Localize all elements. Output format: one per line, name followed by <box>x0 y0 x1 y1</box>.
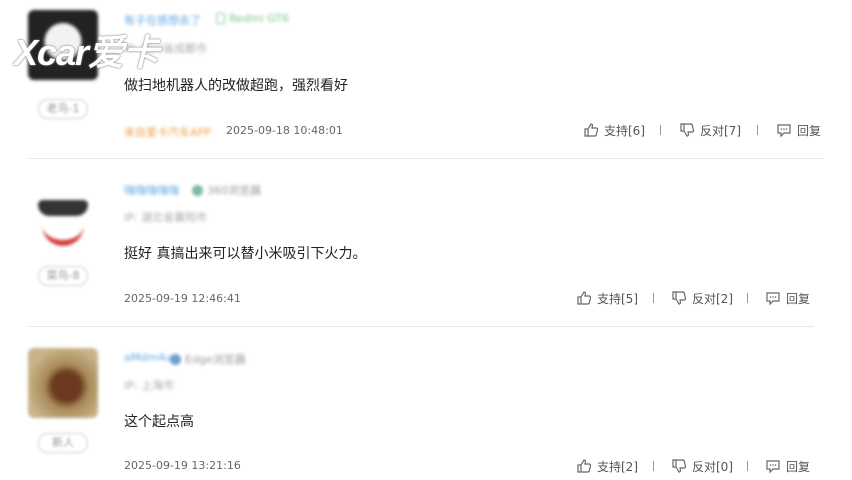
phone-icon <box>216 13 225 24</box>
watermark-logo: Xcar爱卡 <box>14 32 159 73</box>
thumbs-up-icon <box>577 459 592 473</box>
divider <box>653 293 654 303</box>
oppose-button[interactable]: 反对[0] <box>671 457 733 475</box>
divider <box>757 125 758 135</box>
reply-label: 回复 <box>786 291 811 306</box>
support-label: 支持[2] <box>597 459 638 474</box>
support-button[interactable]: 支持[6] <box>583 121 645 139</box>
oppose-label: 反对[2] <box>692 291 733 306</box>
reply-label: 回复 <box>797 123 822 138</box>
divider <box>747 293 748 303</box>
user-level-badge: 老鸟-1 <box>38 99 88 119</box>
device-label: Redmi GT6 <box>216 12 289 25</box>
browser-icon <box>170 353 181 365</box>
comment-source[interactable]: 来自爱卡汽车APP <box>124 124 211 140</box>
divider <box>653 461 654 471</box>
support-button[interactable]: 支持[2] <box>576 457 638 475</box>
comment-text: 做扫地机器人的改做超跑，强烈看好 <box>124 78 348 94</box>
oppose-label: 反对[0] <box>692 459 733 474</box>
reply-button[interactable]: 回复 <box>776 121 821 139</box>
oppose-label: 反对[7] <box>700 123 741 138</box>
thumbs-down-icon <box>680 123 695 137</box>
comment-time: 2025-09-19 12:46:41 <box>124 292 241 305</box>
oppose-button[interactable]: 反对[2] <box>671 289 733 307</box>
device-label: 360浏览器 <box>192 182 261 198</box>
device-label: Edge浏览器 <box>170 351 246 367</box>
avatar[interactable] <box>28 180 98 250</box>
ip-location: IP: 上海市 <box>124 379 175 392</box>
comment-time: 2025-09-18 10:48:01 <box>226 124 343 137</box>
thumbs-down-icon <box>672 291 687 305</box>
comment-time: 2025-09-19 13:21:16 <box>124 459 241 472</box>
comment-item: 新人 aMdm4u Edge浏览器 IP: 上海市 这个起点高 2025-09-… <box>0 326 852 480</box>
support-label: 支持[6] <box>604 123 645 138</box>
reply-button[interactable]: 回复 <box>765 289 810 307</box>
comment-item: 菜鸟-8 嗨嗨嗨嗨嗨 360浏览器 IP: 湖北省襄阳市 挺好 真搞出来可以替小… <box>0 158 852 326</box>
divider <box>660 125 661 135</box>
reply-button[interactable]: 回复 <box>765 457 810 475</box>
thumbs-down-icon <box>672 459 687 473</box>
avatar[interactable] <box>28 348 98 418</box>
user-level-badge: 菜鸟-8 <box>38 266 88 286</box>
comments-page: Xcar爱卡 老鸟-1 有子在感想去了 Redmi GT6 IP: 四川省成都市… <box>0 0 852 480</box>
username[interactable]: 嗨嗨嗨嗨嗨 <box>124 182 179 198</box>
reply-label: 回复 <box>786 459 811 474</box>
oppose-button[interactable]: 反对[7] <box>679 121 741 139</box>
comment-icon <box>766 460 780 474</box>
browser-icon <box>192 184 203 196</box>
thumbs-up-icon <box>584 123 599 137</box>
ip-location: IP: 湖北省襄阳市 <box>124 211 208 224</box>
comment-icon <box>777 124 791 138</box>
username[interactable]: aMdm4u <box>124 351 172 364</box>
thumbs-up-icon <box>577 291 592 305</box>
comment-text: 挺好 真搞出来可以替小米吸引下火力。 <box>124 246 367 262</box>
comment-text: 这个起点高 <box>124 414 194 430</box>
user-level-badge: 新人 <box>38 433 88 453</box>
support-button[interactable]: 支持[5] <box>576 289 638 307</box>
divider <box>747 461 748 471</box>
support-label: 支持[5] <box>597 291 638 306</box>
comment-icon <box>766 292 780 306</box>
